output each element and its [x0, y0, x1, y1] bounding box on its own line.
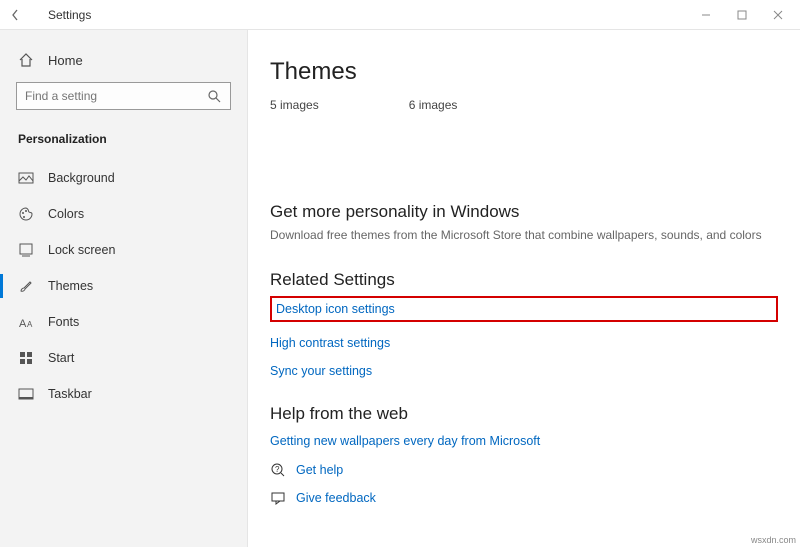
start-icon [18, 350, 34, 366]
link-high-contrast-settings[interactable]: High contrast settings [270, 336, 778, 350]
sidebar-item-label: Themes [48, 279, 93, 293]
sidebar-nav: Background Colors Lock screen Themes AA … [0, 160, 247, 412]
sidebar-item-label: Lock screen [48, 243, 115, 257]
font-icon: AA [18, 314, 34, 330]
sidebar-item-label: Start [48, 351, 74, 365]
titlebar: Settings [0, 0, 800, 30]
sidebar-item-label: Colors [48, 207, 84, 221]
theme-count-left: 5 images [270, 98, 319, 112]
watermark: wsxdn.com [751, 535, 796, 545]
sidebar-item-label: Taskbar [48, 387, 92, 401]
minimize-button[interactable] [688, 0, 724, 30]
get-help-row[interactable]: ? Get help [270, 462, 778, 478]
sidebar-home[interactable]: Home [0, 48, 247, 82]
home-icon [18, 52, 34, 68]
sidebar-item-start[interactable]: Start [0, 340, 247, 376]
svg-text:A: A [19, 318, 27, 330]
sidebar: Home Personalization Background Colors [0, 30, 248, 547]
sidebar-item-fonts[interactable]: AA Fonts [0, 304, 247, 340]
brush-icon [18, 278, 34, 294]
close-button[interactable] [760, 0, 796, 30]
link-get-help[interactable]: Get help [296, 463, 343, 477]
sidebar-item-label: Fonts [48, 315, 79, 329]
sidebar-item-background[interactable]: Background [0, 160, 247, 196]
lock-icon [18, 242, 34, 258]
link-give-feedback[interactable]: Give feedback [296, 491, 376, 505]
sidebar-item-colors[interactable]: Colors [0, 196, 247, 232]
maximize-button[interactable] [724, 0, 760, 30]
help-icon: ? [270, 462, 286, 478]
related-settings-heading: Related Settings [270, 270, 778, 290]
palette-icon [18, 206, 34, 222]
sidebar-item-lockscreen[interactable]: Lock screen [0, 232, 247, 268]
sidebar-home-label: Home [48, 53, 83, 68]
search-field[interactable] [25, 89, 206, 103]
highlight-box: Desktop icon settings [270, 296, 778, 322]
search-input[interactable] [16, 82, 231, 110]
content-area: Themes 5 images 6 images Get more person… [248, 30, 800, 547]
theme-count-right: 6 images [409, 98, 458, 112]
link-sync-settings[interactable]: Sync your settings [270, 364, 778, 378]
svg-text:A: A [27, 320, 33, 329]
link-help-wallpapers[interactable]: Getting new wallpapers every day from Mi… [270, 434, 540, 448]
picture-icon [18, 170, 34, 186]
window-title: Settings [48, 8, 91, 22]
more-personality-heading: Get more personality in Windows [270, 202, 778, 222]
help-from-web-heading: Help from the web [270, 404, 778, 424]
sidebar-item-taskbar[interactable]: Taskbar [0, 376, 247, 412]
back-button[interactable] [4, 3, 28, 27]
sidebar-item-themes[interactable]: Themes [0, 268, 247, 304]
sidebar-section-title: Personalization [0, 122, 247, 160]
sidebar-item-label: Background [48, 171, 115, 185]
link-desktop-icon-settings[interactable]: Desktop icon settings [276, 302, 395, 316]
feedback-icon [270, 490, 286, 506]
search-icon [206, 89, 222, 103]
svg-text:?: ? [275, 465, 280, 474]
more-personality-sub: Download free themes from the Microsoft … [270, 228, 778, 242]
taskbar-icon [18, 386, 34, 402]
give-feedback-row[interactable]: Give feedback [270, 490, 778, 506]
page-title: Themes [270, 58, 778, 86]
